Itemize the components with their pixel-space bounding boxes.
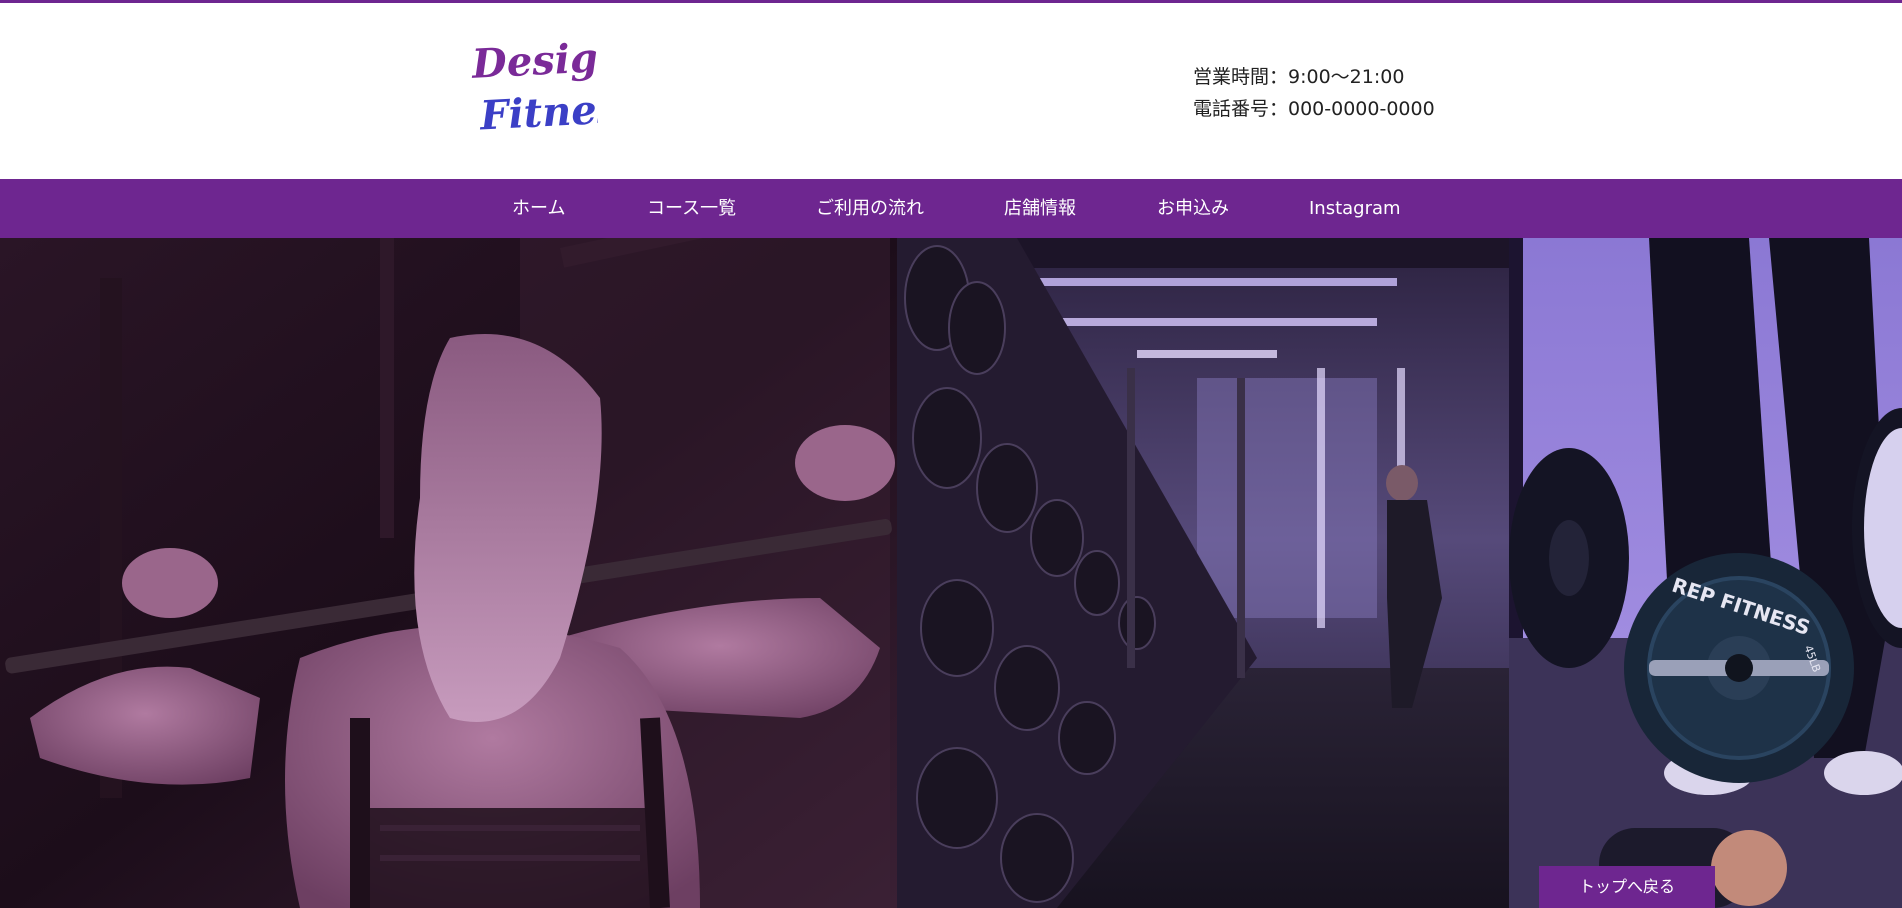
- global-nav: ホーム コース一覧 ご利用の流れ 店舗情報 お申込み Instagram: [0, 179, 1902, 238]
- nav-item-flow[interactable]: ご利用の流れ: [816, 179, 924, 238]
- business-hours: 営業時間：9:00〜21:00: [1193, 66, 1405, 88]
- phone-number: 電話番号：000-0000-0000: [1193, 98, 1435, 120]
- logo-line2: Fitness: [478, 84, 598, 139]
- dumbbell-rack-illustration: [897, 238, 1509, 908]
- hero-image-dumbbell-rack: [897, 238, 1509, 908]
- back-to-top-button[interactable]: トップへ戻る: [1539, 866, 1715, 908]
- site-header: Design Fitness 営業時間：9:00〜21:00 電話番号：000-…: [0, 3, 1902, 179]
- nav-item-apply[interactable]: お申込み: [1157, 179, 1229, 238]
- hero-image-barbell-squat: [0, 238, 897, 908]
- nav-item-home[interactable]: ホーム: [512, 179, 565, 238]
- nav-item-instagram[interactable]: Instagram: [1309, 179, 1401, 238]
- barbell-squat-illustration: [0, 238, 897, 908]
- logo-line1: Design: [470, 33, 598, 88]
- site-logo[interactable]: Design Fitness: [468, 31, 598, 139]
- hero-images: REP FITNESS 45LB: [0, 238, 1902, 908]
- nav-item-store-info[interactable]: 店舗情報: [1004, 179, 1076, 238]
- nav-item-courses[interactable]: コース一覧: [647, 179, 736, 238]
- header-info: 営業時間：9:00〜21:00 電話番号：000-0000-0000: [1193, 61, 1435, 125]
- weight-plates-illustration: REP FITNESS 45LB: [1509, 238, 1902, 908]
- hero-image-weight-plates: REP FITNESS 45LB: [1509, 238, 1902, 908]
- logo-image: Design Fitness: [470, 33, 598, 139]
